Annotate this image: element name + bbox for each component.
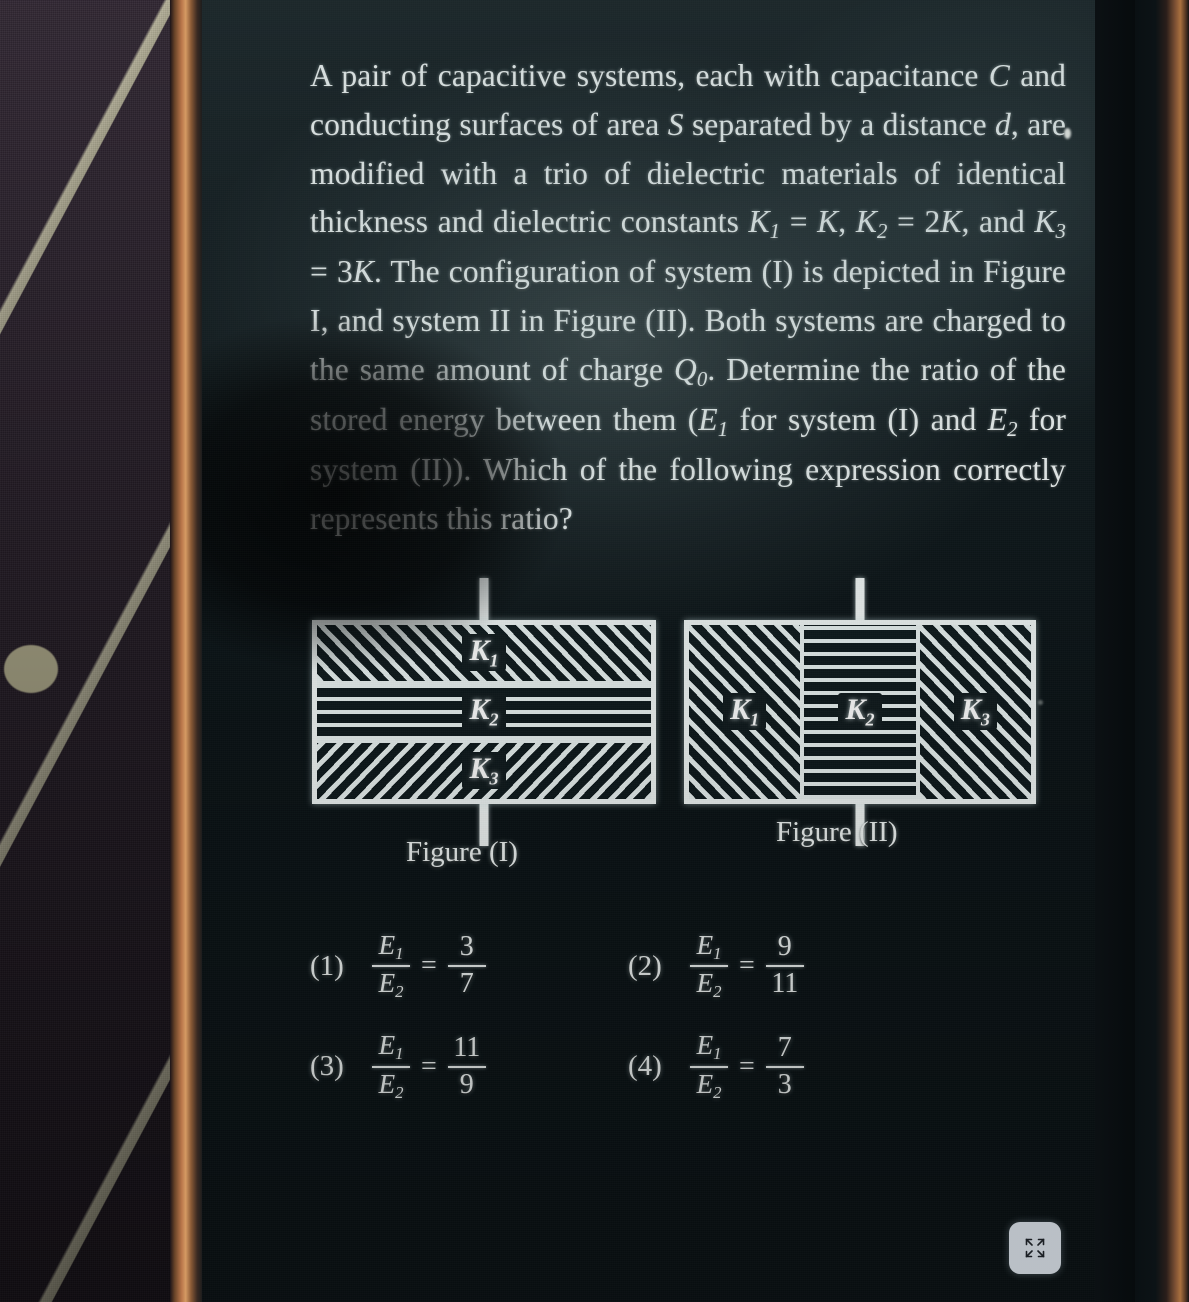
- figure-1-layer-k1: K1: [317, 624, 651, 681]
- fraction-numerator: E1: [378, 1030, 404, 1064]
- figure-2-caption: Figure (II): [776, 815, 898, 848]
- fraction-denominator: E2: [378, 968, 404, 1002]
- figure-1-layer-k3: K3: [317, 739, 651, 799]
- fraction-numerator: E1: [378, 929, 404, 963]
- figure-2-label-k2: K2: [838, 693, 882, 731]
- fraction-bar: [690, 964, 728, 968]
- fullscreen-glyph: [1025, 1238, 1045, 1258]
- equals-sign: =: [739, 1050, 755, 1082]
- figure-1-capacitor: K1 K2 K3: [312, 619, 656, 804]
- fraction-denominator: 3: [777, 1069, 792, 1101]
- fraction-numerator: E1: [696, 929, 722, 963]
- option-row: (3) E1 E2 = 11 9 (4) E1 E2 = 7 3: [310, 1032, 1095, 1101]
- fraction-bar: [372, 964, 410, 968]
- figure-2-top-lead: [855, 577, 865, 620]
- option-expression: E1 E2 = 3 7: [372, 929, 486, 1002]
- fullscreen-expand-icon[interactable]: [1009, 1222, 1061, 1274]
- fraction-bar: [372, 1065, 410, 1069]
- figure-1-caption: Figure (I): [406, 835, 518, 868]
- fraction-numerator: 11: [453, 1032, 481, 1064]
- fraction-numerator: 3: [459, 931, 474, 963]
- option-number: (1): [310, 949, 344, 982]
- fraction-numerator: 9: [777, 931, 792, 963]
- figure-2-label-k1: K1: [723, 693, 767, 731]
- figure-2-capacitor: K1 K2 K3: [684, 619, 1036, 804]
- option-number: (4): [628, 1050, 662, 1083]
- figure-1-layer-k2: K2: [317, 680, 651, 740]
- figure-2-layer-k2: K2: [800, 624, 916, 799]
- phone-bezel-right-shadow: [1099, 0, 1135, 1302]
- fraction: E1 E2: [372, 929, 410, 1002]
- fraction-bar: [765, 964, 804, 968]
- fraction: E1 E2: [690, 1032, 728, 1101]
- figure-2-label-k3: K3: [953, 693, 997, 731]
- fraction-bar: [447, 964, 486, 968]
- screen-speck: [1038, 700, 1043, 705]
- phone-bezel-right: [1135, 0, 1189, 1302]
- option-number: (3): [310, 1050, 344, 1083]
- fraction: E1 E2: [372, 1032, 410, 1101]
- fraction-denominator: 9: [459, 1069, 474, 1101]
- phone-photo: A pair of capacitive systems, each with …: [0, 0, 1189, 1302]
- equals-sign: =: [421, 950, 437, 982]
- figure-1-label-k2: K2: [462, 693, 506, 731]
- figure-2: K1 K2 K3: [684, 577, 1036, 846]
- option-expression: E1 E2 = 7 3: [690, 1032, 804, 1101]
- option-expression: E1 E2 = 11 9: [372, 1032, 486, 1101]
- fraction-bar: [690, 1065, 728, 1069]
- fraction: E1 E2: [690, 929, 728, 1002]
- screen-speck: [1064, 128, 1071, 139]
- figure-1-label-k3: K3: [462, 752, 506, 790]
- question-content: A pair of capacitive systems, each with …: [202, 0, 1095, 1101]
- fraction: 9 11: [765, 931, 804, 1000]
- fraction-denominator: 11: [771, 968, 799, 1000]
- option-row: (1) E1 E2 = 3 7 (2) E1 E2 = 9 11: [310, 929, 1095, 1002]
- fraction: 37: [447, 931, 486, 1000]
- answer-option-2[interactable]: (2) E1 E2 = 9 11: [628, 929, 946, 1002]
- figure-1-label-k1: K1: [462, 634, 506, 672]
- fraction-bar: [447, 1065, 486, 1069]
- fraction-denominator: E2: [696, 1069, 722, 1103]
- fraction-denominator: E2: [696, 968, 722, 1002]
- phone-screen: A pair of capacitive systems, each with …: [202, 0, 1095, 1302]
- fabric-dot-motif: [4, 645, 58, 693]
- figure-1-top-lead: [479, 577, 489, 620]
- fraction-bar: [765, 1065, 804, 1069]
- fraction-numerator: E1: [696, 1030, 722, 1064]
- equals-sign: =: [739, 950, 755, 982]
- figure-2-layer-k3: K3: [915, 624, 1031, 799]
- answer-option-4[interactable]: (4) E1 E2 = 7 3: [628, 1032, 946, 1101]
- answer-option-1[interactable]: (1) E1 E2 = 3 7: [310, 929, 628, 1002]
- fraction-numerator: 7: [777, 1032, 792, 1064]
- figure-2-layer-k1: K1: [689, 624, 801, 799]
- figures-area: K1 K2 K3 K1 K2 K3 Figure (I) Figure (II): [310, 577, 1095, 868]
- figure-1: K1 K2 K3: [312, 577, 656, 846]
- question-text: A pair of capacitive systems, each with …: [310, 58, 1067, 537]
- equals-sign: =: [421, 1050, 437, 1082]
- fraction: 11 9: [447, 1032, 486, 1101]
- fraction-denominator: 7: [459, 968, 474, 1000]
- fraction: 73: [765, 1032, 804, 1101]
- phone-bezel-left: [170, 0, 204, 1302]
- option-number: (2): [628, 949, 662, 982]
- answer-option-3[interactable]: (3) E1 E2 = 11 9: [310, 1032, 628, 1101]
- option-expression: E1 E2 = 9 11: [690, 929, 804, 1002]
- answer-options: (1) E1 E2 = 3 7 (2) E1 E2 = 9 11 (3) E1 E2 = 11 9 (4) E1 E2 =…: [310, 929, 1095, 1101]
- fraction-denominator: E2: [378, 1069, 404, 1103]
